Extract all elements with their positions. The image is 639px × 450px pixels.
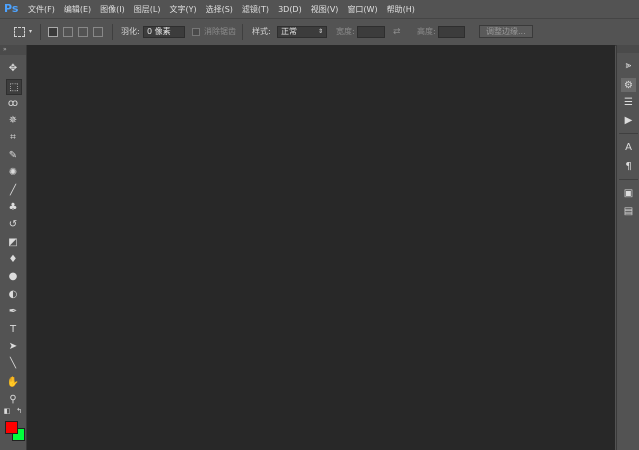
dock-collapse-handle[interactable] [617, 45, 639, 53]
actions-panel-icon[interactable]: ▶ [621, 113, 636, 127]
menu-type[interactable]: 文字(Y) [169, 4, 196, 15]
eyedropper-tool-icon[interactable]: ✎ [6, 148, 20, 162]
path-select-tool-icon[interactable]: ➤ [6, 339, 20, 353]
lasso-tool-icon[interactable]: ꝏ [6, 96, 20, 110]
intersect-selection-icon[interactable] [93, 26, 103, 37]
feather-input[interactable]: 0 像素 [143, 25, 185, 38]
history-panel-icon[interactable]: ⫸ [621, 58, 636, 72]
pen-tool-icon[interactable]: ✒ [6, 304, 20, 318]
feather-label: 羽化: [121, 27, 140, 36]
character-panel-icon[interactable]: A [621, 140, 636, 154]
swap-dimensions-icon[interactable]: ⇄ [393, 27, 401, 37]
brush-tool-icon[interactable]: ╱ [6, 183, 20, 197]
height-label: 高度: [417, 27, 436, 36]
quick-select-tool-icon[interactable]: ✵ [6, 113, 20, 127]
antialias-label: 消除锯齿 [204, 27, 236, 36]
dodge-tool-icon[interactable]: ◐ [6, 287, 20, 301]
blur-tool-icon[interactable]: ● [6, 269, 20, 283]
eraser-tool-icon[interactable]: ◩ [6, 235, 20, 249]
new-selection-icon[interactable] [48, 26, 58, 37]
style-select[interactable]: 正常 ⇕ [277, 25, 327, 38]
type-tool-icon[interactable]: T [6, 322, 20, 336]
paragraph-panel-icon[interactable]: ¶ [621, 159, 636, 173]
adjustments-panel-icon[interactable]: ⚙ [621, 78, 636, 92]
panel-dock: ⫸ ⚙ ☰ ▶ A ¶ ▣ ▤ [616, 45, 639, 450]
menu-filter[interactable]: 滤镜(T) [242, 4, 269, 15]
width-label: 宽度: [336, 27, 355, 36]
menu-image[interactable]: 图像(I) [100, 4, 125, 15]
menu-3d[interactable]: 3D(D) [278, 5, 302, 14]
line-tool-icon[interactable]: ╲ [6, 356, 20, 370]
rect-marquee-tool-icon[interactable]: ⬚ [6, 79, 22, 95]
width-input[interactable] [357, 25, 385, 38]
antialias-checkbox[interactable] [192, 27, 200, 36]
subtract-selection-icon[interactable] [78, 26, 88, 37]
swap-colors-icon[interactable]: ↰ [15, 407, 23, 415]
marquee-preset-icon [14, 26, 25, 37]
layers-panel-icon[interactable]: ▣ [621, 186, 636, 200]
tools-panel: » ✥ ⬚ ꝏ ✵ ⌗ ✎ ✺ ╱ ♣ ↺ ◩ ♦ ● ◐ ✒ T ➤ ╲ ✋ … [0, 45, 27, 450]
foreground-color-swatch[interactable] [5, 421, 18, 434]
default-colors-icon[interactable]: ◧ [3, 407, 11, 415]
spot-heal-tool-icon[interactable]: ✺ [6, 165, 20, 179]
style-select-value: 正常 [281, 26, 297, 36]
crop-tool-icon[interactable]: ⌗ [6, 130, 20, 144]
toolbar-collapse-icon[interactable]: » [0, 45, 26, 55]
notes-panel-icon[interactable]: ▤ [621, 204, 636, 218]
style-label: 样式: [252, 27, 271, 36]
refine-edge-button[interactable]: 调整边缘... [479, 25, 533, 38]
menu-file[interactable]: 文件(F) [28, 4, 55, 15]
menu-select[interactable]: 选择(S) [206, 4, 233, 15]
zoom-tool-icon[interactable]: ⚲ [6, 392, 20, 406]
menu-bar: Ps 文件(F) 编辑(E) 图像(I) 图层(L) 文字(Y) 选择(S) 滤… [0, 0, 639, 18]
menu-edit[interactable]: 编辑(E) [64, 4, 91, 15]
menu-window[interactable]: 窗口(W) [347, 4, 377, 15]
height-input[interactable] [438, 25, 465, 38]
chevron-updown-icon: ⇕ [317, 27, 323, 35]
history-brush-tool-icon[interactable]: ↺ [6, 217, 20, 231]
properties-panel-icon[interactable]: ☰ [621, 95, 636, 109]
tool-preset-picker[interactable]: ▾ [14, 25, 32, 38]
move-tool-icon[interactable]: ✥ [6, 61, 20, 75]
add-selection-icon[interactable] [63, 26, 73, 37]
app-logo: Ps [4, 2, 19, 15]
options-bar: ▾ 羽化: 0 像素 消除锯齿 样式: 正常 ⇕ 宽度: ⇄ 高度: 调整边缘.… [0, 18, 639, 46]
canvas-area[interactable] [27, 45, 615, 450]
menu-help[interactable]: 帮助(H) [387, 4, 415, 15]
paint-bucket-tool-icon[interactable]: ♦ [6, 252, 20, 266]
hand-tool-icon[interactable]: ✋ [6, 375, 20, 389]
clone-stamp-tool-icon[interactable]: ♣ [6, 200, 20, 214]
chevron-down-icon: ▾ [29, 28, 33, 35]
menu-layer[interactable]: 图层(L) [134, 4, 161, 15]
menu-view[interactable]: 视图(V) [311, 4, 339, 15]
